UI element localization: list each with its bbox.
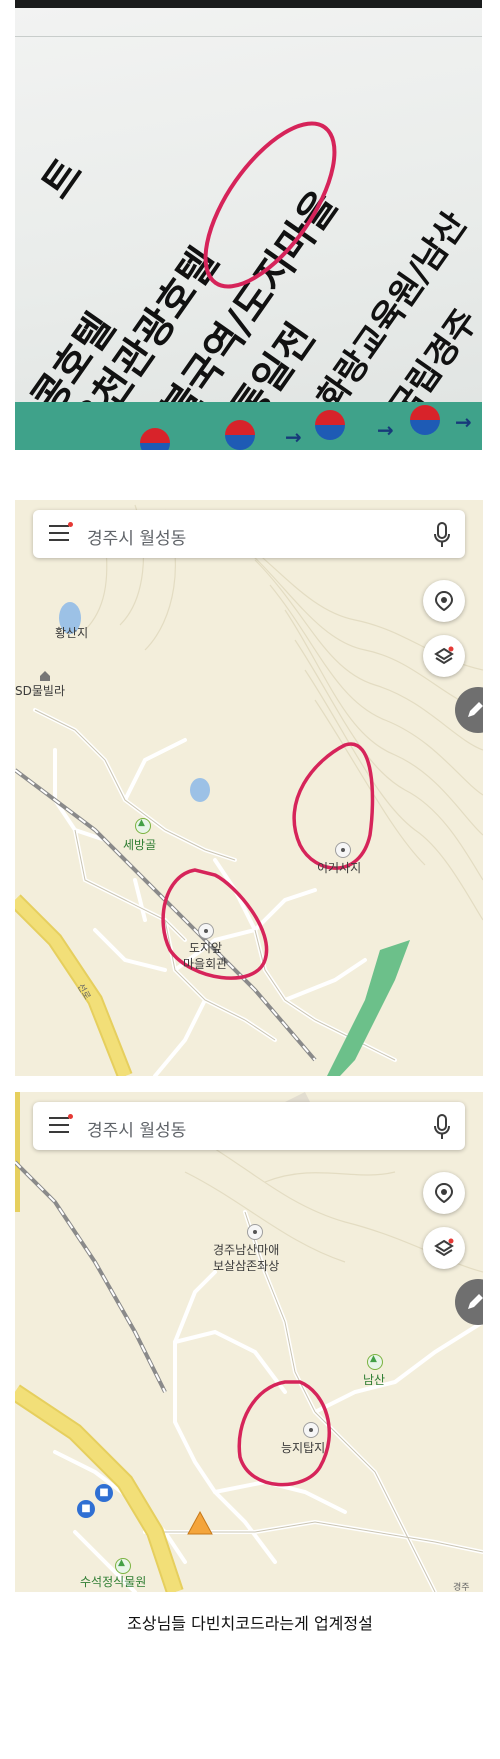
- microphone-icon[interactable]: [433, 522, 451, 548]
- sign-photo: 트 콩호텔 온천관광호텔 불국역/도지마을 통일전 화랑교육원/남산 국립경주 …: [15, 0, 482, 450]
- buddha-relief-label-line1[interactable]: 경주남산마애: [213, 1242, 279, 1258]
- valley-icon: [135, 818, 151, 834]
- microphone-icon[interactable]: [433, 1114, 451, 1140]
- villa-label[interactable]: SD물빌라: [15, 683, 65, 699]
- bus-stop-icon[interactable]: ■: [77, 1500, 95, 1518]
- taeguk-symbol: [315, 410, 345, 440]
- menu-icon[interactable]: [49, 1114, 73, 1135]
- menu-icon[interactable]: [49, 522, 73, 543]
- location-pin-icon: [434, 1183, 454, 1203]
- arrow-icon: →: [377, 418, 394, 442]
- villa-icon: [40, 671, 50, 681]
- pagoda-site-pin[interactable]: [303, 1422, 319, 1438]
- location-pin-icon: [434, 591, 454, 611]
- valley-label[interactable]: 세방골: [123, 837, 156, 853]
- buddha-relief-label-line2[interactable]: 보살삼존좌상: [213, 1258, 279, 1274]
- temple-site-label[interactable]: 이거사지: [317, 860, 361, 876]
- pond-label[interactable]: 황산지: [55, 625, 88, 641]
- taeguk-symbol: [410, 405, 440, 435]
- caption-text: 조상님들 다빈치코드라는게 업계정설: [127, 1614, 373, 1633]
- search-input[interactable]: 경주시 월성동: [87, 1116, 186, 1141]
- taeguk-symbol: [140, 428, 170, 450]
- buddha-relief-pin[interactable]: [247, 1224, 263, 1240]
- pencil-icon: [468, 702, 483, 717]
- corner-label: 경주: [453, 1583, 470, 1592]
- map-screen-2[interactable]: 경주시 월성동 경주남산마애 보살삼존좌상 남산 능지탑지 ■ ■ 수석정식물원…: [15, 1092, 483, 1592]
- search-bar[interactable]: 경주시 월성동: [33, 510, 465, 558]
- temple-site-pin[interactable]: [335, 842, 351, 858]
- layers-icon: [434, 1238, 454, 1257]
- location-button[interactable]: [423, 580, 465, 622]
- village-hall-pin[interactable]: [198, 923, 214, 939]
- layers-button[interactable]: [423, 635, 465, 677]
- layers-icon: [434, 646, 454, 665]
- park-icon: [115, 1558, 131, 1574]
- village-hall-label-line1[interactable]: 도지앞: [189, 940, 222, 956]
- search-bar[interactable]: 경주시 월성동: [33, 1102, 465, 1150]
- pencil-icon: [468, 1294, 483, 1309]
- arrow-icon: →: [455, 410, 472, 434]
- search-input[interactable]: 경주시 월성동: [87, 524, 186, 549]
- highlight-circle-sign: [203, 121, 337, 289]
- mountain-icon: [367, 1354, 383, 1370]
- taeguk-symbol: [225, 420, 255, 450]
- bus-stop-icon[interactable]: ■: [95, 1484, 113, 1502]
- village-hall-label-line2[interactable]: 마을회관: [183, 956, 227, 972]
- location-button[interactable]: [423, 1172, 465, 1214]
- park-label[interactable]: 수석정식물원: [80, 1574, 146, 1590]
- map-screen-1[interactable]: 경주시 월성동 황산지 SD물빌라 세방골 이거사지 도지앞 마을회관 선로: [15, 500, 483, 1076]
- layers-button[interactable]: [423, 1227, 465, 1269]
- mountain-label[interactable]: 남산: [363, 1372, 385, 1388]
- arrow-icon: →: [285, 425, 302, 449]
- pagoda-site-label[interactable]: 능지탑지: [281, 1440, 325, 1456]
